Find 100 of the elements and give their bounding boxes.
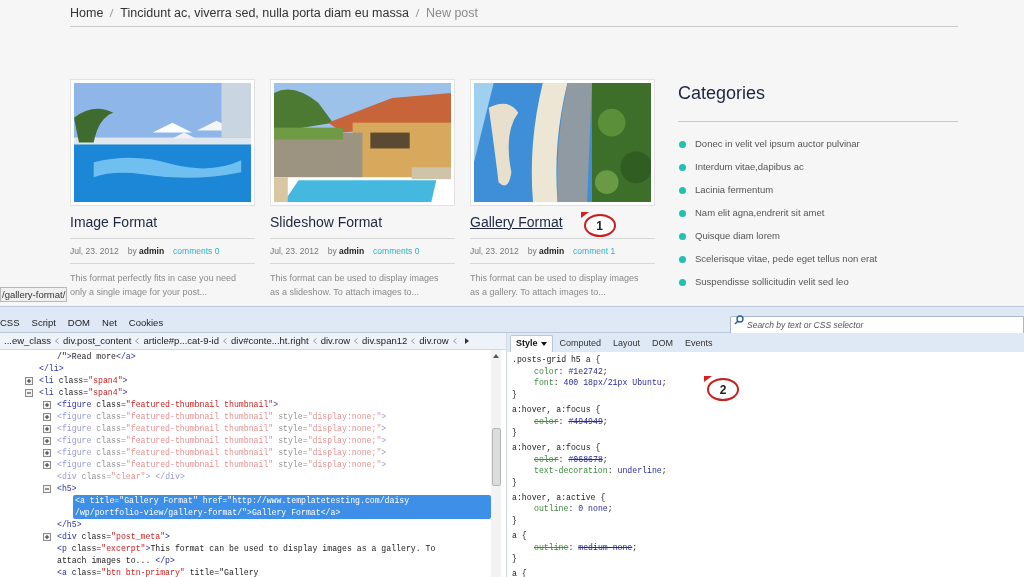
post-excerpt: This format can be used to display images as a slideshow. To attach images to... <box>270 272 440 299</box>
css-selector[interactable]: a:hover, a:focus { <box>512 403 601 416</box>
breadcrumb-item: New post <box>425 4 478 22</box>
code-line[interactable]: <h5> <box>55 483 477 495</box>
category-link[interactable]: Donec in velit vel ipsum auctor pulvinar <box>695 137 860 152</box>
scroll-up-icon[interactable] <box>493 354 499 358</box>
css-selector[interactable]: a { <box>512 529 527 542</box>
css-brace: } <box>512 553 517 565</box>
bullet-icon <box>679 210 686 217</box>
bullet-icon <box>679 164 686 171</box>
category-link[interactable]: Lacinia fermentum <box>695 183 774 198</box>
devtools-tab[interactable]: Script <box>31 316 56 331</box>
css-declaration[interactable]: color: #494949; <box>512 415 608 428</box>
devtools-tab[interactable]: Cookies <box>128 316 164 331</box>
chevron-left-icon <box>452 338 457 344</box>
element-path-item[interactable]: div.post_content <box>59 333 136 349</box>
plus-box-icon[interactable] <box>25 377 33 385</box>
side-panel-tab[interactable]: Layout <box>608 335 646 352</box>
css-declaration[interactable]: font: 400 18px/21px Ubuntu; <box>512 377 667 390</box>
chevron-left-icon <box>55 338 59 344</box>
category-link[interactable]: Scelerisque vitae, pede eget tellus non erat <box>695 252 878 267</box>
css-selector[interactable]: a { <box>512 567 527 577</box>
code-line[interactable]: </h5> <box>55 519 84 531</box>
element-path-item[interactable]: article#p...cat-9-id <box>139 333 223 349</box>
element-path-item[interactable]: ...ew_class <box>0 333 55 349</box>
bullet-icon <box>679 141 686 148</box>
css-declaration[interactable]: text-decoration: underline; <box>512 465 667 478</box>
minus-box-icon[interactable] <box>43 485 51 493</box>
chevron-left-icon <box>411 338 416 344</box>
chevron-left-icon <box>312 338 317 344</box>
post-author: by admin <box>527 244 565 258</box>
code-line[interactable]: <li class="span4"> <box>37 387 459 399</box>
scrollbar[interactable] <box>491 350 501 577</box>
plus-box-icon[interactable] <box>43 533 51 541</box>
css-declaration[interactable]: outline: medium none; <box>512 541 638 554</box>
breadcrumb-item[interactable]: Home <box>70 3 104 23</box>
css-brace: } <box>512 515 517 527</box>
minus-box-icon[interactable] <box>25 389 33 397</box>
category-link[interactable]: Nam elit agna,endrerit sit amet <box>695 206 825 221</box>
side-panel-tab[interactable]: Computed <box>554 335 607 352</box>
category-link[interactable]: Interdum vitae,dapibus ac <box>695 160 804 175</box>
css-brace: } <box>512 427 517 439</box>
slash-icon <box>109 9 115 17</box>
plus-box-icon[interactable] <box>43 437 51 445</box>
chevron-right-icon[interactable] <box>464 338 469 344</box>
element-path-item[interactable]: div.row <box>415 333 453 349</box>
plus-box-icon[interactable] <box>43 425 51 433</box>
breadcrumb-item[interactable]: Tincidunt ac, viverra sed, nulla porta diam eu massa <box>120 3 409 23</box>
css-declaration[interactable]: color: #1e2742; <box>512 365 608 378</box>
devtools-tab[interactable]: Net <box>102 316 117 331</box>
css-selector[interactable]: a:hover, a:focus { <box>512 441 601 454</box>
side-panel-tab[interactable]: DOM <box>647 335 679 352</box>
bullet-icon <box>679 279 686 286</box>
element-path-item[interactable]: div.row <box>316 333 355 349</box>
status-url-tooltip: /gallery-format/ <box>0 287 68 302</box>
post-excerpt: This format perfectly fits in case you need only a single image for your post... <box>70 272 238 299</box>
category-link[interactable]: Quisque diam lorem <box>695 229 780 244</box>
corner-flag-icon <box>704 376 712 382</box>
code-line[interactable]: <figure class="featured-thumbnail thumbnail"> <box>55 399 477 411</box>
code-line[interactable]: <a class="btn btn-primary" title="Gallery <box>55 567 477 577</box>
post-date: Jul, 23. 2012 <box>270 244 319 258</box>
plus-box-icon[interactable] <box>43 461 51 469</box>
devtools-tab[interactable]: DOM <box>67 316 90 331</box>
devtools-tab[interactable]: CSS <box>0 316 20 331</box>
code-line[interactable]: <li class="span4"> <box>37 375 459 387</box>
code-line[interactable]: <p class="excerpt">This format can be used to display images as a gallery. To attach images to... </p> <box>55 543 477 567</box>
chevron-left-icon <box>135 338 140 344</box>
element-path-item[interactable]: div.span12 <box>358 333 412 349</box>
bullet-icon <box>679 256 686 263</box>
post-title-link[interactable]: Image Format <box>70 211 158 233</box>
css-selector[interactable]: .posts-grid h5 a { <box>512 354 601 366</box>
bullet-icon <box>679 233 686 240</box>
css-declaration[interactable]: outline: 0 none; <box>512 503 613 516</box>
side-panel-tab[interactable]: Events <box>680 335 718 352</box>
post-date: Jul, 23. 2012 <box>70 244 119 258</box>
code-line[interactable]: <div class="post_meta"> <box>55 531 477 543</box>
css-brace: } <box>512 477 517 489</box>
chevron-left-icon <box>223 338 227 344</box>
category-link[interactable]: Suspendisse sollicitudin velit sed leo <box>695 275 849 290</box>
plus-box-icon[interactable] <box>43 449 51 457</box>
categories-heading: Categories <box>678 81 766 105</box>
caret-icon <box>540 342 547 346</box>
css-declaration[interactable]: color: #068678; <box>512 453 608 466</box>
scrollbar-thumb[interactable] <box>491 428 501 486</box>
search-field[interactable]: Search by text or CSS selector <box>730 315 1024 334</box>
element-path-item[interactable]: div#conte...ht.right <box>227 333 313 349</box>
post-author: by admin <box>127 244 165 258</box>
code-line[interactable]: </li> <box>37 363 66 375</box>
plus-box-icon[interactable] <box>43 413 51 421</box>
bullet-icon <box>679 187 686 194</box>
annotation-marker: 1 <box>580 212 617 238</box>
post-author: by admin <box>327 244 365 258</box>
post-title-link[interactable]: Slideshow Format <box>270 211 383 233</box>
side-panel-tab[interactable]: Style <box>510 335 553 352</box>
css-selector[interactable]: a:hover, a:active { <box>512 491 606 504</box>
post-title-link[interactable]: Gallery Format <box>470 211 563 233</box>
annotation-marker: 2 <box>704 376 740 402</box>
code-line[interactable]: /">Read more</a> <box>55 351 477 363</box>
post-date: Jul, 23. 2012 <box>470 244 519 258</box>
plus-box-icon[interactable] <box>43 401 51 409</box>
